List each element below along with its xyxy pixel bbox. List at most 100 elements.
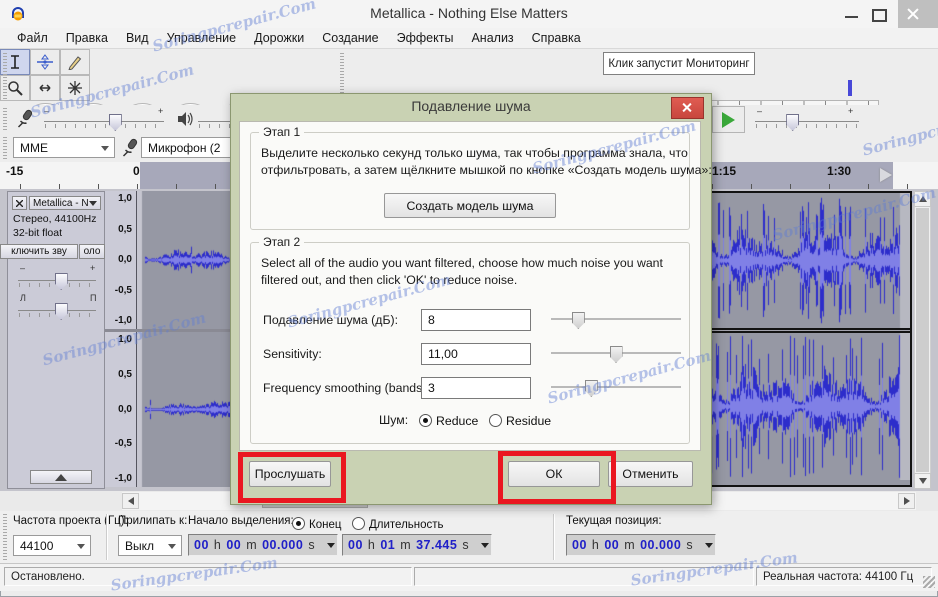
radio-reduce[interactable]: Reduce <box>419 412 478 430</box>
menu-item[interactable]: Правка <box>57 29 117 47</box>
menu-item[interactable]: Дорожки <box>245 29 313 47</box>
toolbar-grip[interactable] <box>3 514 7 560</box>
selection-start-value: 00 h 00 m 00.000 s <box>194 538 316 552</box>
audio-host-value: MME <box>20 141 48 155</box>
playback-speed-slider[interactable] <box>755 113 859 131</box>
snap-to-select[interactable]: Выкл <box>118 535 182 556</box>
menu-item[interactable]: Управление <box>158 29 246 47</box>
waveform-right-channel-start[interactable] <box>137 332 230 487</box>
window-resize-grip[interactable] <box>923 576 935 588</box>
playhead-arrow-icon[interactable] <box>880 168 892 182</box>
step1-text-line2: отфильтровать, а затем щёлкните мышкой п… <box>261 162 712 179</box>
sensitivity-slider[interactable] <box>551 345 681 363</box>
minimize-icon[interactable] <box>845 16 858 18</box>
radio-end[interactable]: Конец <box>292 515 341 533</box>
solo-button[interactable]: оло <box>79 244 105 259</box>
draw-tool-icon <box>67 54 83 70</box>
scroll-right-button[interactable] <box>898 493 915 509</box>
audacity-window: Metallica - Nothing Else Matters ФайлПра… <box>0 0 938 597</box>
menu-item[interactable]: Эффекты <box>388 29 463 47</box>
menu-item[interactable]: Справка <box>523 29 590 47</box>
recording-volume-slider[interactable] <box>44 113 164 131</box>
ruler-scale-label: -0,5 <box>105 286 136 296</box>
field-dropdown-icon[interactable] <box>327 543 335 548</box>
frequency-smoothing-input[interactable] <box>421 377 531 399</box>
tool-multi[interactable] <box>60 75 90 101</box>
maximize-icon[interactable] <box>872 9 887 22</box>
toolbar-separator <box>553 514 555 560</box>
project-rate-select[interactable]: 44100 <box>13 535 91 556</box>
vertical-scrollbar-thumb[interactable] <box>916 208 929 472</box>
audio-host-select[interactable]: MME <box>13 137 115 158</box>
radio-reduce-label: Reduce <box>436 414 478 428</box>
waveform-left-channel[interactable] <box>711 193 910 328</box>
timeshift-tool-icon <box>36 82 54 94</box>
selection-end-field[interactable]: 00 h 01 m 37.445 s <box>342 534 492 556</box>
menu-item[interactable]: Файл <box>8 29 57 47</box>
tool-timeshift[interactable] <box>30 75 60 101</box>
toolbar-grip[interactable] <box>3 108 7 131</box>
timeline-label: 0 <box>133 164 140 178</box>
close-icon[interactable] <box>898 0 938 28</box>
ruler-scale-label: 1,0 <box>105 335 136 345</box>
status-bar: Остановлено. Реальная частота: 44100 Гц <box>0 563 938 591</box>
selection-start-field[interactable]: 00 h 00 m 00.000 s <box>188 534 338 556</box>
frequency-smoothing-slider[interactable] <box>551 379 681 397</box>
track-close-button[interactable] <box>12 196 27 210</box>
tool-draw[interactable] <box>60 49 90 75</box>
noise-reduction-label: Подавление шума (дБ): <box>263 313 398 327</box>
radio-end-icon[interactable] <box>292 517 305 530</box>
field-dropdown-icon[interactable] <box>481 543 489 548</box>
track-collapse-button[interactable] <box>30 470 92 484</box>
track-pan-slider[interactable] <box>18 302 96 320</box>
radio-length-icon[interactable] <box>352 517 365 530</box>
track-format-info: Стерео, 44100Hz <box>13 213 97 225</box>
waveform-left-channel-start[interactable] <box>137 191 230 329</box>
sensitivity-input[interactable] <box>421 343 531 365</box>
play-at-speed-button[interactable] <box>712 106 745 133</box>
menu-item[interactable]: Создание <box>313 29 387 47</box>
radio-residue-label: Residue <box>506 414 551 428</box>
menu-item[interactable]: Вид <box>117 29 158 47</box>
current-position-field[interactable]: 00 h 00 m 00.000 s <box>566 534 716 556</box>
scroll-left-icon <box>128 497 134 505</box>
mute-button[interactable]: ключить зву <box>0 244 78 259</box>
radio-length[interactable]: Длительность <box>352 515 444 533</box>
tool-envelope[interactable] <box>30 49 60 75</box>
ruler-scale-label: -0,5 <box>105 439 136 449</box>
toolbar-grip[interactable] <box>3 53 7 101</box>
get-noise-profile-button[interactable]: Создать модель шума <box>384 193 556 218</box>
current-position-value: 00 h 00 m 00.000 s <box>572 538 694 552</box>
ruler-scale-label: 1,0 <box>105 194 136 204</box>
cancel-button[interactable]: Отменить <box>608 461 693 487</box>
noise-reduction-slider[interactable] <box>551 311 681 329</box>
noise-reduction-input[interactable] <box>421 309 531 331</box>
vertical-ruler-right-channel[interactable]: 1,00,50,0-0,5-1,0 <box>105 332 137 487</box>
step2-text-line1: Select all of the audio you want filtere… <box>261 255 663 272</box>
step1-legend: Этап 1 <box>259 125 304 139</box>
scroll-up-icon <box>919 196 927 202</box>
dialog-close-icon[interactable] <box>671 97 704 119</box>
ruler-scale-label: 0,0 <box>105 255 136 265</box>
waveform-right-channel[interactable] <box>711 333 910 480</box>
track-name-menu[interactable]: Metallica - N <box>29 196 101 210</box>
scroll-down-button[interactable] <box>914 473 931 489</box>
radio-residue-icon[interactable] <box>489 414 502 427</box>
scroll-up-button[interactable] <box>914 191 931 207</box>
radio-reduce-icon[interactable] <box>419 414 432 427</box>
vertical-scrollbar[interactable] <box>914 191 931 489</box>
toolbar-separator <box>106 514 108 560</box>
status-message: Остановлено. <box>4 567 412 586</box>
scroll-left-button[interactable] <box>122 493 139 509</box>
field-dropdown-icon[interactable] <box>705 543 713 548</box>
snap-to-value: Выкл <box>125 539 154 553</box>
track-close-icon <box>16 200 23 207</box>
vertical-ruler-left-channel[interactable]: 1,00,50,0-0,5-1,0 <box>105 191 137 329</box>
track-gain-slider[interactable] <box>18 272 96 290</box>
ruler-scale-label: -1,0 <box>105 474 136 484</box>
scroll-right-icon <box>904 497 910 505</box>
toolbar-grip[interactable] <box>3 137 7 159</box>
track-name: Metallica - N <box>33 198 89 209</box>
radio-residue[interactable]: Residue <box>489 412 551 430</box>
menu-item[interactable]: Анализ <box>462 29 522 47</box>
